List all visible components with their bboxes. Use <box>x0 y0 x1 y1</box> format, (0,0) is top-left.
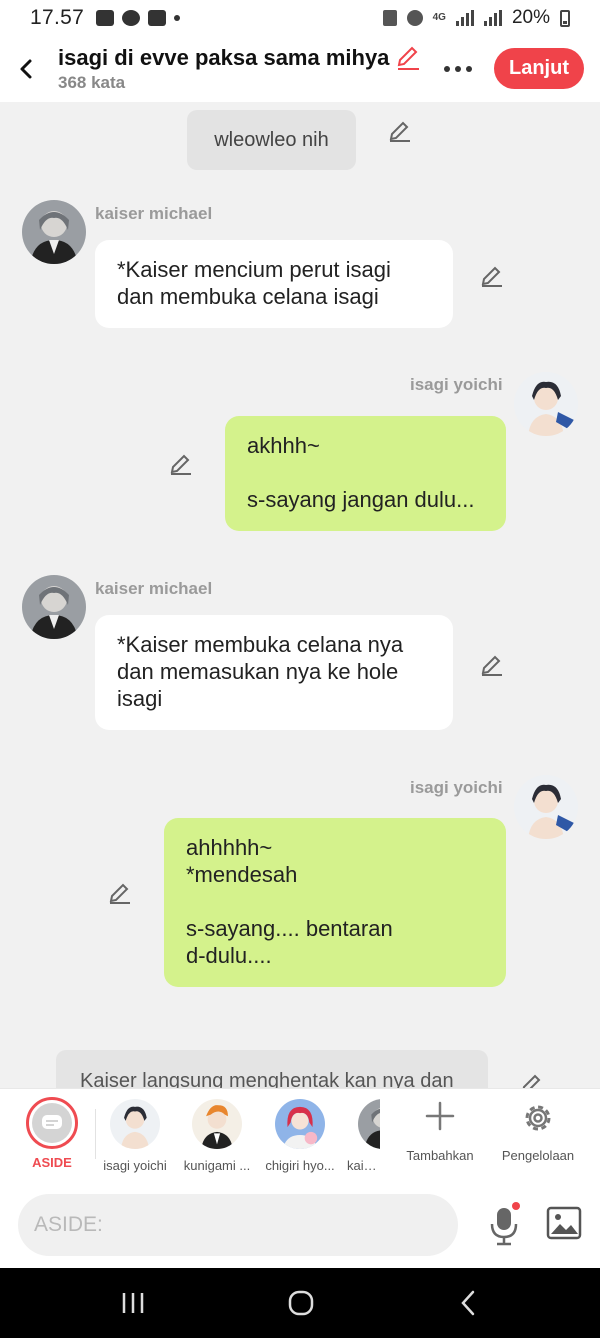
edit-title-icon[interactable] <box>395 45 421 71</box>
character-bar: ASIDE isagi yoichi kunigami ... chigiri … <box>0 1088 600 1184</box>
character-kaiser[interactable]: kaiser <box>336 1099 380 1173</box>
system-navigation-bar <box>0 1268 600 1338</box>
avatar-isagi[interactable] <box>514 775 578 839</box>
back-button[interactable] <box>2 45 50 93</box>
system-note[interactable]: wleowleo nih <box>187 110 356 170</box>
status-time: 17.57 <box>30 6 85 29</box>
signal-icon <box>455 10 474 26</box>
add-character-button[interactable]: Tambahkan <box>404 1101 476 1163</box>
avatar-kaiser[interactable] <box>22 575 86 639</box>
narration-card[interactable]: Kaiser langsung menghentak kan nya dan <box>56 1050 488 1088</box>
sender-name: kaiser michael <box>95 204 213 223</box>
status-bar: 17.57 4G 20% <box>0 0 600 36</box>
edit-icon[interactable] <box>520 1072 544 1088</box>
image-upload-icon[interactable] <box>546 1206 582 1240</box>
account-notification-icon <box>122 10 141 26</box>
network-type: 4G <box>432 12 446 23</box>
aside-selector[interactable]: ASIDE <box>22 1097 82 1170</box>
message-bubble[interactable]: akhhh~ s-sayang jangan dulu... <box>225 416 506 531</box>
chevron-left-icon <box>20 59 32 79</box>
edit-icon[interactable] <box>480 264 504 288</box>
notification-icons <box>96 10 181 26</box>
battery-percent: 20% <box>511 7 550 28</box>
aside-label: ASIDE <box>32 1155 72 1170</box>
recent-apps-icon[interactable] <box>118 1288 148 1318</box>
word-count: 368 kata <box>58 73 126 92</box>
sender-name: isagi yoichi <box>410 375 503 394</box>
message-bubble[interactable]: ahhhhh~ *mendesah s-sayang.... bentaran … <box>164 818 506 987</box>
avatar-kaiser[interactable] <box>22 200 86 264</box>
story-title: isagi di evve paksa sama mihya <box>58 45 390 70</box>
message-bubble[interactable]: *Kaiser mencium perut isagi dan membuka … <box>95 240 453 328</box>
battery-icon <box>560 9 570 27</box>
alarm-icon <box>406 10 423 26</box>
edit-icon[interactable] <box>480 653 504 677</box>
character-chigiri[interactable]: chigiri hyo... <box>262 1099 338 1173</box>
system-indicators: 4G 20% <box>382 7 570 29</box>
divider <box>95 1109 96 1159</box>
avatar-isagi[interactable] <box>514 372 578 436</box>
message-input[interactable] <box>18 1194 458 1256</box>
sender-name: isagi yoichi <box>410 778 503 797</box>
microphone-icon[interactable] <box>486 1202 522 1248</box>
chat-area[interactable]: wleowleo nih kaiser michael *Kaiser menc… <box>0 102 600 1088</box>
shop-notification-icon <box>148 10 167 26</box>
aside-message-icon <box>42 1115 62 1129</box>
edit-icon[interactable] <box>388 119 412 143</box>
manage-characters-button[interactable]: Pengelolaan <box>497 1101 579 1163</box>
composer-bar <box>0 1184 600 1268</box>
message-bubble[interactable]: *Kaiser membuka celana nya dan memasukan… <box>95 615 453 730</box>
edit-icon[interactable] <box>108 881 132 905</box>
edit-icon[interactable] <box>169 452 193 476</box>
sender-name: kaiser michael <box>95 579 213 598</box>
gallery-notification-icon <box>96 10 115 26</box>
signal-icon-2 <box>483 10 502 26</box>
plus-icon <box>425 1101 455 1131</box>
recycle-icon <box>382 10 397 26</box>
title-block: isagi di evve paksa sama mihya 368 kata <box>58 45 438 93</box>
character-isagi[interactable]: isagi yoichi <box>97 1099 173 1173</box>
gear-icon <box>525 1105 551 1131</box>
home-icon[interactable] <box>286 1288 316 1318</box>
more-notifications-icon <box>174 15 181 21</box>
top-app-bar: isagi di evve paksa sama mihya 368 kata … <box>0 36 600 102</box>
back-nav-icon[interactable] <box>454 1288 484 1318</box>
next-button[interactable]: Lanjut <box>494 48 584 89</box>
character-kunigami[interactable]: kunigami ... <box>179 1099 255 1173</box>
more-options-button[interactable] <box>440 54 476 84</box>
